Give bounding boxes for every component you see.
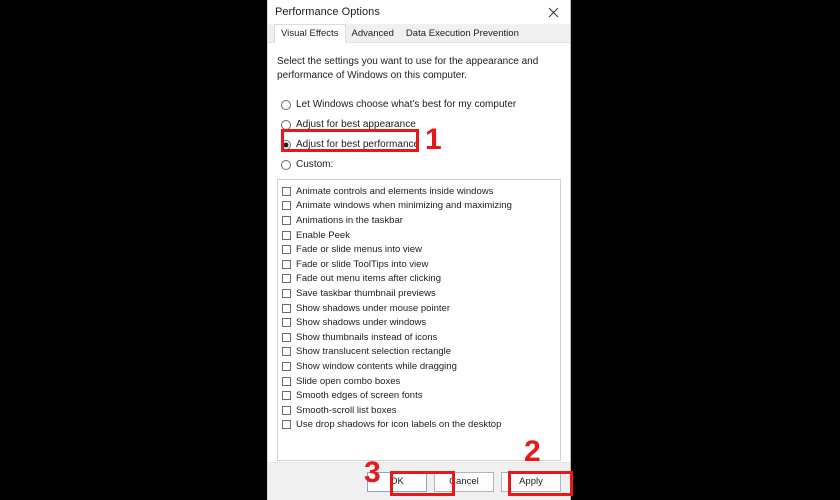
checkbox-indicator — [282, 274, 291, 284]
list-item-label: Show thumbnails instead of icons — [296, 331, 438, 343]
checkbox-indicator — [282, 376, 291, 386]
checkbox-indicator — [282, 405, 291, 415]
checkbox-indicator — [282, 332, 291, 342]
list-item[interactable]: Fade out menu items after clicking — [282, 272, 560, 287]
list-item[interactable]: Slide open combo boxes — [282, 374, 560, 389]
list-item[interactable]: Animations in the taskbar — [282, 213, 560, 228]
ok-button-label: OK — [390, 476, 404, 487]
list-item-label: Enable Peek — [296, 229, 350, 241]
window-title: Performance Options — [275, 6, 380, 18]
list-item-label: Show window contents while dragging — [296, 360, 457, 372]
list-item-label: Show shadows under mouse pointer — [296, 302, 450, 314]
checkbox-indicator — [282, 215, 291, 225]
checkbox-indicator — [282, 259, 291, 269]
checkbox-indicator — [282, 303, 291, 313]
dialog-footer: OK Cancel Apply — [268, 462, 570, 500]
list-item[interactable]: Smooth edges of screen fonts — [282, 388, 560, 403]
checkbox-indicator — [282, 361, 291, 371]
list-item[interactable]: Show shadows under mouse pointer — [282, 301, 560, 316]
list-item-label: Animate controls and elements inside win… — [296, 185, 494, 197]
list-item[interactable]: Fade or slide ToolTips into view — [282, 257, 560, 272]
radio-label: Adjust for best performance — [296, 139, 420, 150]
list-item[interactable]: Show translucent selection rectangle — [282, 345, 560, 360]
list-item[interactable]: Show window contents while dragging — [282, 359, 560, 374]
screen-root: Performance Options Visual Effects Advan… — [0, 0, 840, 500]
radio-indicator — [281, 119, 291, 130]
radio-indicator — [281, 99, 291, 110]
tab-visual-effects-label: Visual Effects — [281, 28, 339, 39]
tab-data-execution-prevention-label: Data Execution Prevention — [405, 27, 519, 39]
list-item[interactable]: Save taskbar thumbnail previews — [282, 286, 560, 301]
checkbox-indicator — [282, 230, 291, 240]
performance-options-dialog: Performance Options Visual Effects Advan… — [267, 0, 571, 500]
list-item-label: Fade or slide menus into view — [296, 244, 422, 256]
checkbox-indicator — [282, 245, 291, 255]
tab-advanced-label: Advanced — [351, 27, 394, 39]
visual-effects-radio-group: Let Windows choose what's best for my co… — [277, 96, 561, 173]
radio-let-windows-choose[interactable]: Let Windows choose what's best for my co… — [277, 96, 561, 113]
list-item-label: Fade out menu items after clicking — [296, 273, 442, 285]
list-item[interactable]: Fade or slide menus into view — [282, 242, 560, 257]
checkbox-indicator — [282, 318, 291, 328]
list-item-label: Save taskbar thumbnail previews — [296, 287, 436, 299]
ok-button[interactable]: OK — [367, 471, 427, 492]
tab-data-execution-prevention[interactable]: Data Execution Prevention — [399, 24, 525, 42]
list-item[interactable]: Animate controls and elements inside win… — [282, 184, 560, 199]
apply-button-label: Apply — [519, 476, 543, 487]
list-item-label: Smooth edges of screen fonts — [296, 390, 423, 402]
dialog-body: Select the settings you want to use for … — [268, 43, 570, 462]
list-item[interactable]: Smooth-scroll list boxes — [282, 403, 560, 418]
tab-advanced[interactable]: Advanced — [345, 24, 400, 42]
checkbox-indicator — [282, 201, 291, 211]
apply-button[interactable]: Apply — [501, 471, 561, 492]
list-item-label: Animations in the taskbar — [296, 214, 403, 226]
close-icon[interactable] — [536, 0, 570, 24]
radio-adjust-for-best-performance[interactable]: Adjust for best performance — [277, 136, 561, 153]
list-item[interactable]: Use drop shadows for icon labels on the … — [282, 418, 560, 433]
checkbox-indicator — [282, 420, 291, 430]
radio-label: Custom: — [296, 159, 334, 170]
radio-custom[interactable]: Custom: — [277, 156, 561, 173]
list-item-label: Use drop shadows for icon labels on the … — [296, 419, 502, 431]
checkbox-indicator — [282, 288, 291, 298]
intro-text: Select the settings you want to use for … — [277, 56, 539, 81]
tab-visual-effects[interactable]: Visual Effects — [274, 24, 346, 43]
list-item[interactable]: Animate windows when minimizing and maxi… — [282, 199, 560, 214]
list-item-label: Slide open combo boxes — [296, 375, 401, 387]
title-bar: Performance Options — [268, 0, 570, 24]
checkbox-indicator — [282, 186, 291, 196]
list-item-label: Smooth-scroll list boxes — [296, 404, 397, 416]
visual-effects-checkbox-list[interactable]: Animate controls and elements inside win… — [277, 179, 561, 461]
list-item-label: Animate windows when minimizing and maxi… — [296, 200, 512, 212]
cancel-button[interactable]: Cancel — [434, 471, 494, 492]
list-item[interactable]: Show shadows under windows — [282, 315, 560, 330]
radio-label: Adjust for best appearance — [296, 119, 416, 130]
radio-label: Let Windows choose what's best for my co… — [296, 99, 517, 110]
radio-indicator — [281, 139, 291, 150]
cancel-button-label: Cancel — [449, 476, 479, 487]
radio-indicator — [281, 159, 291, 170]
list-item[interactable]: Enable Peek — [282, 228, 560, 243]
list-item-label: Show translucent selection rectangle — [296, 346, 452, 358]
list-item[interactable]: Show thumbnails instead of icons — [282, 330, 560, 345]
checkbox-indicator — [282, 391, 291, 401]
checkbox-indicator — [282, 347, 291, 357]
list-item-label: Show shadows under windows — [296, 317, 427, 329]
list-item-label: Fade or slide ToolTips into view — [296, 258, 429, 270]
radio-adjust-for-best-appearance[interactable]: Adjust for best appearance — [277, 116, 561, 133]
tab-strip: Visual Effects Advanced Data Execution P… — [268, 24, 570, 43]
